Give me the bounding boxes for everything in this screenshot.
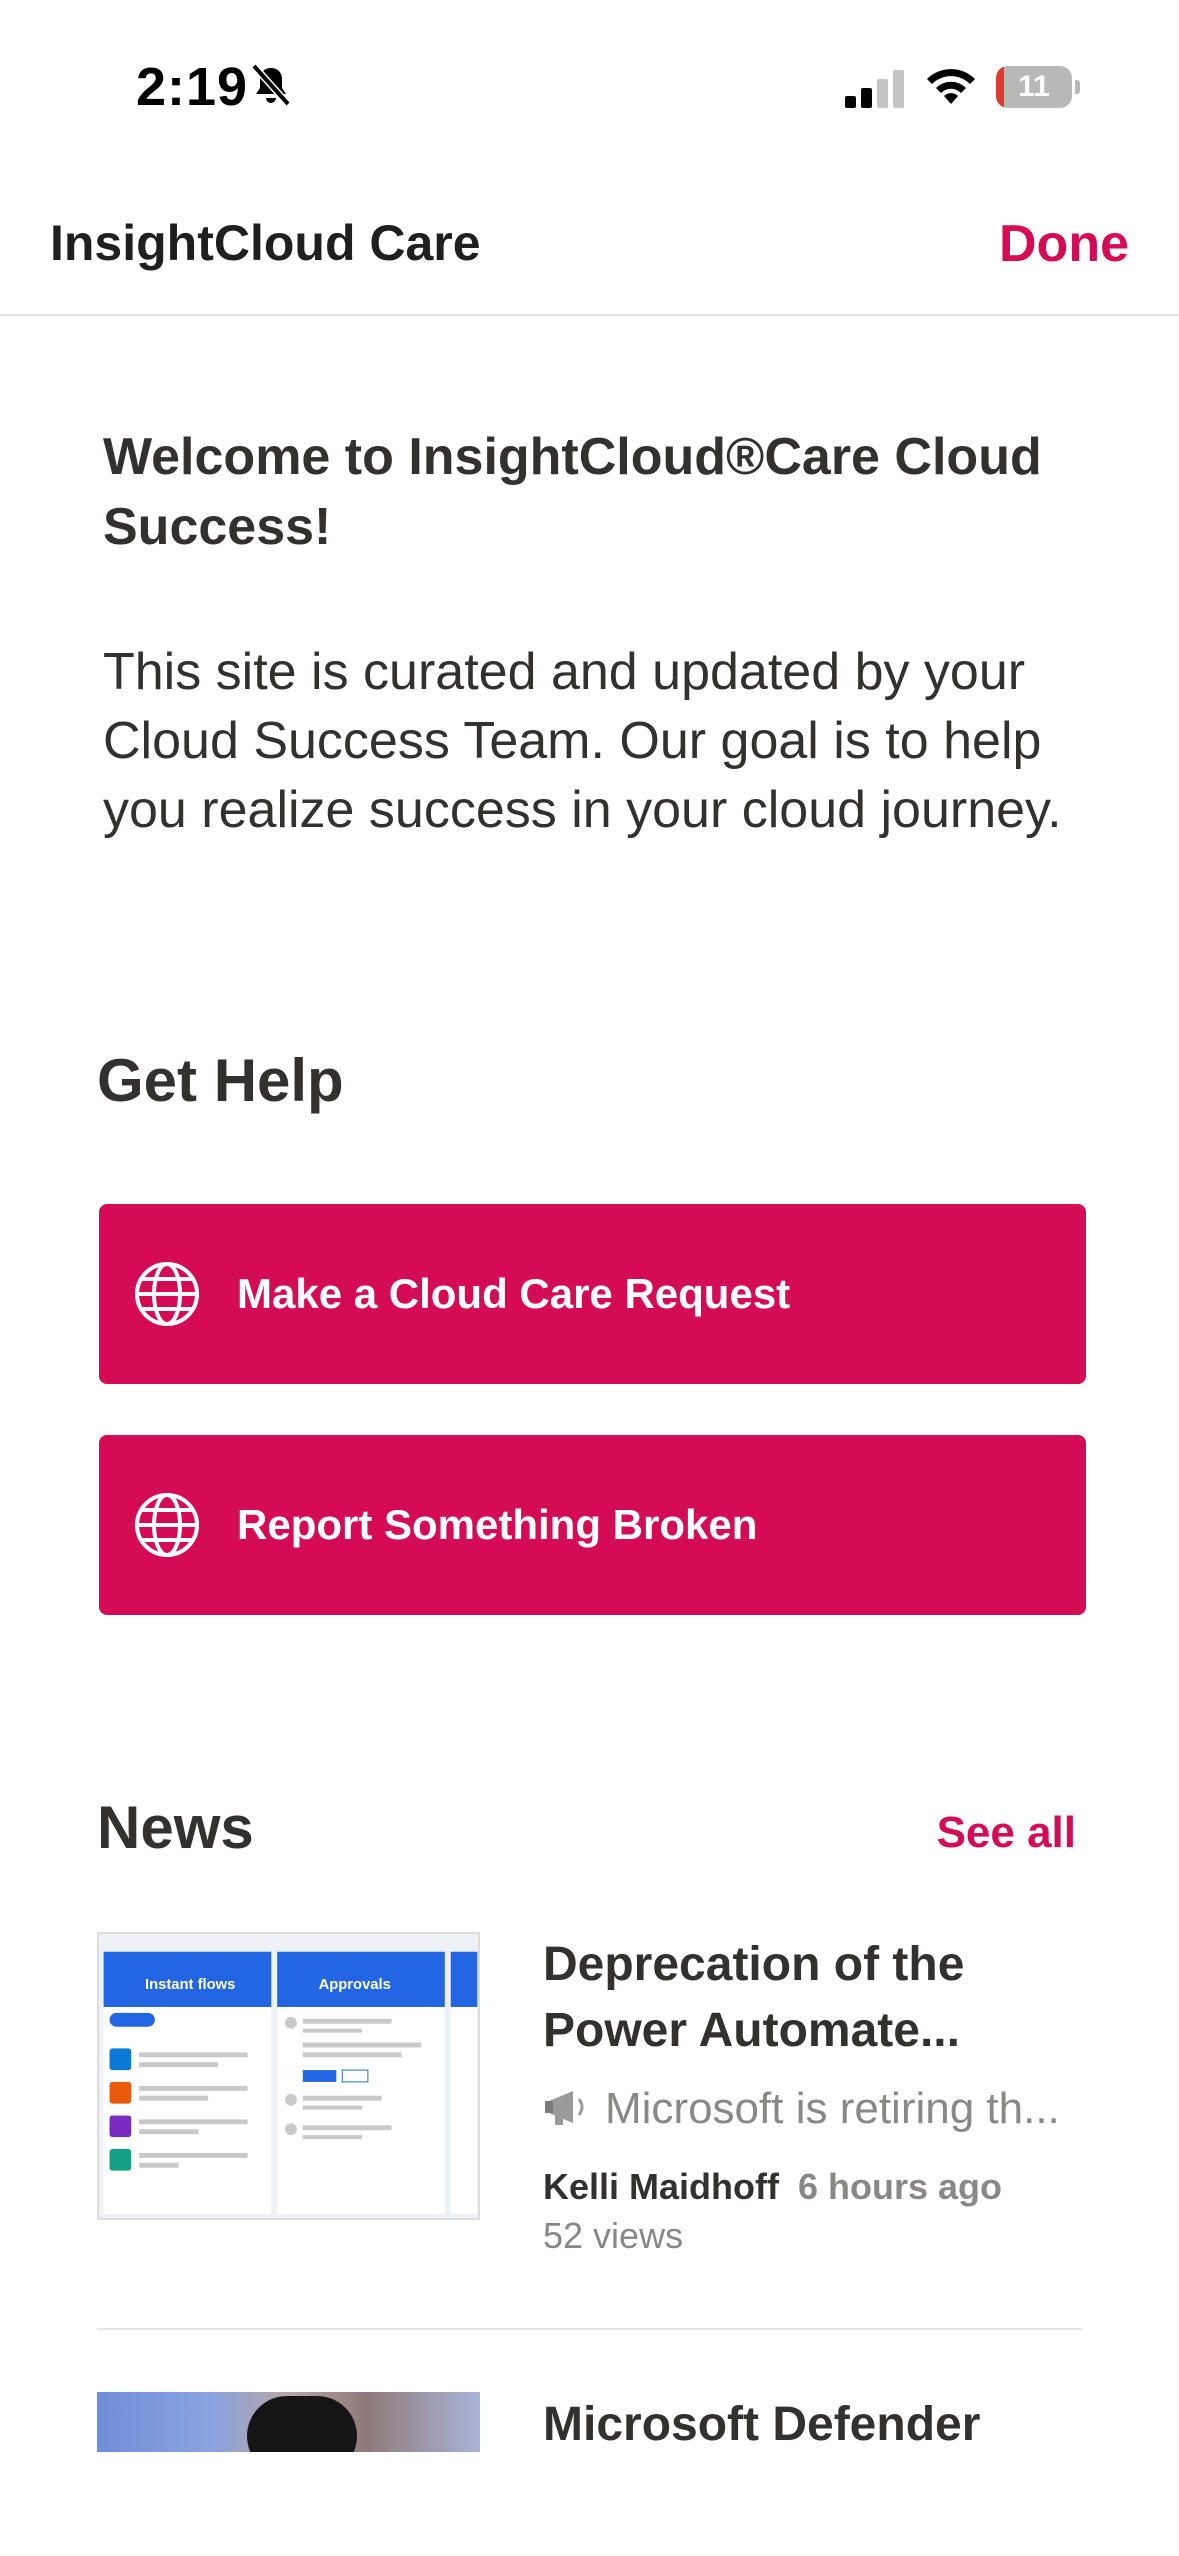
get-help-heading: Get Help xyxy=(97,1047,344,1114)
news-headline: Deprecation of the Power Automate... xyxy=(543,1938,965,2057)
news-description-text: Microsoft is retiring th... xyxy=(605,2084,1060,2133)
news-thumbnail xyxy=(97,2392,480,2452)
news-views: 52 views xyxy=(543,2215,684,2256)
report-something-broken-button[interactable]: Report Something Broken xyxy=(99,1435,1086,1615)
megaphone-icon xyxy=(545,2091,584,2125)
svg-text:Approvals: Approvals xyxy=(319,1977,391,1993)
globe-icon xyxy=(135,1493,199,1557)
done-button[interactable]: Done xyxy=(999,214,1129,274)
bell-slash-icon xyxy=(251,63,291,107)
nav-title: InsightCloud Care xyxy=(50,215,481,271)
news-item[interactable]: Instant flows Approvals Deprecation of t… xyxy=(97,1932,1082,2330)
news-headline: Microsoft Defender xyxy=(543,2398,981,2451)
news-heading: News xyxy=(97,1794,254,1861)
cellular-signal-icon xyxy=(845,70,904,108)
status-time: 2:19 xyxy=(136,57,249,117)
intro-text: This site is curated and updated by your… xyxy=(103,643,1062,839)
battery-indicator: 11 xyxy=(996,66,1080,108)
see-all-link[interactable]: See all xyxy=(937,1808,1076,1858)
news-time: 6 hours ago xyxy=(798,2166,1003,2207)
news-author: Kelli Maidhoff xyxy=(543,2166,779,2207)
button-label: Make a Cloud Care Request xyxy=(237,1270,791,1317)
news-item[interactable]: Microsoft Defender xyxy=(97,2392,1082,2452)
welcome-heading: Welcome to InsightCloud®Care Cloud Succe… xyxy=(103,428,1042,556)
button-label: Report Something Broken xyxy=(237,1501,758,1548)
news-thumbnail: Instant flows Approvals xyxy=(97,1932,480,2220)
globe-icon xyxy=(135,1262,199,1326)
svg-text:Instant flows: Instant flows xyxy=(145,1977,235,1993)
status-bar: 2:19 11 xyxy=(0,0,1179,170)
news-description: Microsoft is retiring th... xyxy=(543,2084,1083,2134)
nav-bar: InsightCloud Care Done xyxy=(0,170,1179,316)
battery-level: 11 xyxy=(1018,70,1050,103)
make-cloud-care-request-button[interactable]: Make a Cloud Care Request xyxy=(99,1204,1086,1384)
wifi-icon xyxy=(927,69,975,104)
